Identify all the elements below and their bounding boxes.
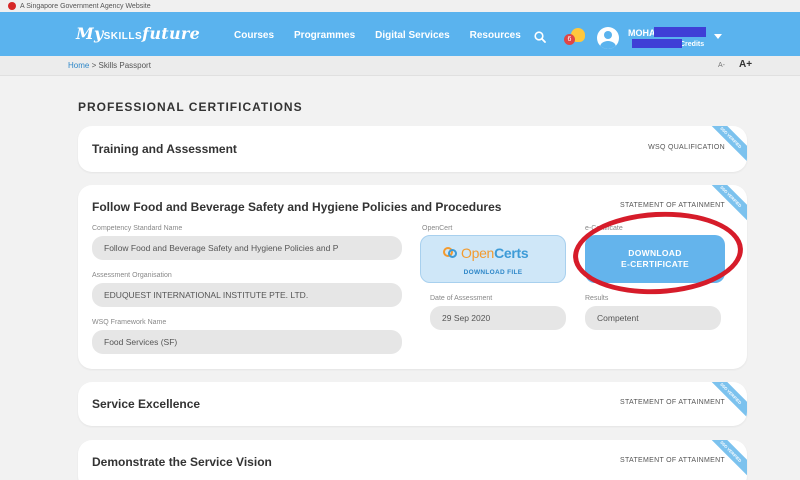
page-title: PROFESSIONAL CERTIFICATIONS xyxy=(78,100,303,114)
certification-card-service-excellence[interactable]: Service Excellence STATEMENT OF ATTAINME… xyxy=(78,382,747,426)
certification-card-training[interactable]: Training and Assessment WSQ QUALIFICATIO… xyxy=(78,126,747,172)
results-field: Competent xyxy=(585,306,721,330)
chevron-down-icon[interactable] xyxy=(714,34,722,39)
myskillsfuture-logo[interactable]: MySKILLSfuture xyxy=(76,24,200,43)
card-type: WSQ QUALIFICATION xyxy=(648,144,725,151)
framework-label: WSQ Framework Name xyxy=(92,319,167,326)
breadcrumb-separator: > xyxy=(91,61,97,70)
notification-icon[interactable]: 6 xyxy=(564,28,586,46)
assessment-org-field: EDUQUEST INTERNATIONAL INSTITUTE PTE. LT… xyxy=(92,283,402,307)
main-nav: Courses Programmes Digital Services Reso… xyxy=(234,30,521,41)
nav-resources[interactable]: Resources xyxy=(470,30,521,41)
avatar[interactable] xyxy=(597,27,619,49)
framework-field: Food Services (SF) xyxy=(92,330,402,354)
date-label: Date of Assessment xyxy=(430,295,493,302)
nav-digital-services[interactable]: Digital Services xyxy=(375,30,449,41)
breadcrumb-home[interactable]: Home xyxy=(68,61,89,70)
gov-banner-text: A Singapore Government Agency Website xyxy=(20,2,151,10)
breadcrumb: Home > Skills Passport xyxy=(68,61,151,70)
decrease-font-button[interactable]: A- xyxy=(718,62,725,69)
site-header: MySKILLSfuture Courses Programmes Digita… xyxy=(0,12,800,56)
card-type: STATEMENT OF ATTAINMENT xyxy=(619,399,725,406)
card-title[interactable]: Follow Food and Beverage Safety and Hygi… xyxy=(92,200,501,214)
redaction-bar xyxy=(654,27,706,37)
opencerts-logo: OpenCerts xyxy=(443,245,529,261)
font-size-controls: A- A+ xyxy=(718,59,752,70)
competency-label: Competency Standard Name xyxy=(92,225,183,232)
breadcrumb-bar: Home > Skills Passport A- A+ xyxy=(0,56,800,76)
card-type: STATEMENT OF ATTAINMENT xyxy=(619,202,725,209)
download-file-label: DOWNLOAD FILE xyxy=(463,269,523,276)
results-label: Results xyxy=(585,295,609,302)
nav-programmes[interactable]: Programmes xyxy=(294,30,355,41)
notification-count-badge: 6 xyxy=(564,34,575,45)
date-field: 29 Sep 2020 xyxy=(430,306,566,330)
nav-courses[interactable]: Courses xyxy=(234,30,274,41)
card-title: Demonstrate the Service Vision xyxy=(92,455,272,469)
assessment-org-label: Assessment Organisation xyxy=(92,272,172,279)
card-title: Service Excellence xyxy=(92,397,201,411)
card-title: Training and Assessment xyxy=(92,142,237,156)
card-type: STATEMENT OF ATTAINMENT xyxy=(619,457,725,464)
redaction-bar xyxy=(632,39,682,48)
competency-field: Follow Food and Beverage Safety and Hygi… xyxy=(92,236,402,260)
certification-card-service-vision[interactable]: Demonstrate the Service Vision STATEMENT… xyxy=(78,440,747,480)
opencerts-download-button[interactable]: OpenCerts DOWNLOAD FILE xyxy=(420,235,566,283)
search-icon[interactable] xyxy=(534,31,546,43)
lion-icon xyxy=(8,2,16,10)
increase-font-button[interactable]: A+ xyxy=(739,59,752,70)
opencert-label: OpenCert xyxy=(422,225,453,232)
opencerts-icon xyxy=(443,246,457,260)
breadcrumb-current: Skills Passport xyxy=(98,61,151,70)
gov-banner: A Singapore Government Agency Website xyxy=(0,0,800,12)
